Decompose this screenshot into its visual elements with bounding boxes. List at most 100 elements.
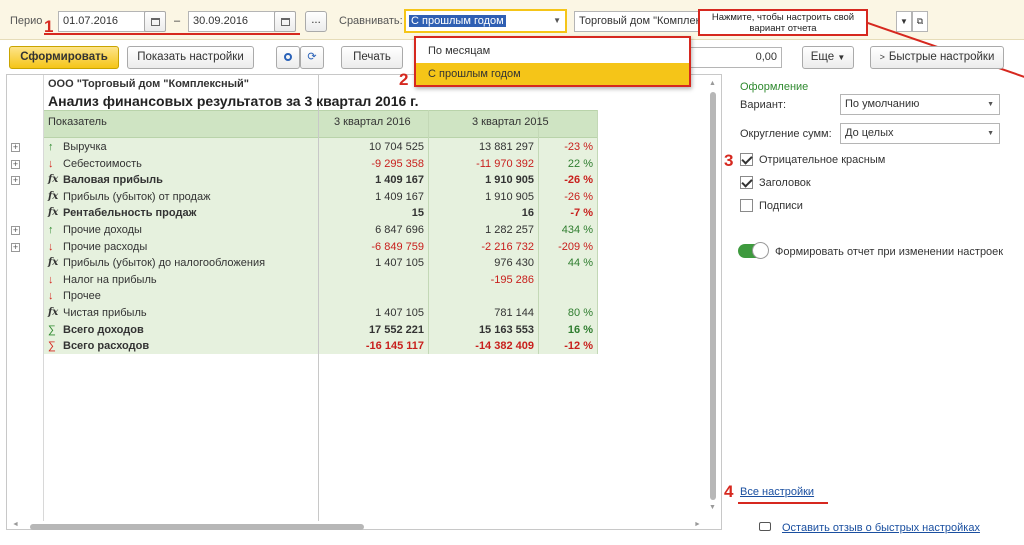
header-checkbox[interactable] bbox=[740, 176, 753, 189]
arrow-down-icon: ↓ bbox=[48, 241, 54, 253]
signatures-checkbox[interactable] bbox=[740, 199, 753, 212]
expand-row-button[interactable]: + bbox=[11, 243, 20, 252]
vertical-scroll-thumb[interactable] bbox=[710, 92, 716, 500]
calendar-icon bbox=[280, 18, 290, 26]
more-label: Еще bbox=[810, 51, 835, 63]
row-label: Прибыль (убыток) до налогообложения bbox=[63, 257, 266, 269]
compare-label: Сравнивать: bbox=[339, 15, 403, 27]
dropdown-option-months[interactable]: По месяцам bbox=[416, 40, 689, 62]
date-to-field[interactable]: 30.09.2016 bbox=[188, 11, 278, 32]
row-label: Себестоимость bbox=[63, 158, 142, 170]
tooltip: Нажмите, чтобы настроить свой вариант от… bbox=[698, 9, 868, 36]
cell-q2015: 976 430 bbox=[494, 257, 534, 269]
calendar-icon bbox=[150, 18, 160, 26]
expand-row-button[interactable]: + bbox=[11, 143, 20, 152]
cell-q2015: 13 881 297 bbox=[478, 141, 534, 153]
arrow-up-icon: ↑ bbox=[48, 224, 54, 236]
section-title: Оформление bbox=[740, 81, 809, 93]
variant-select[interactable]: По умолчанию ▼ bbox=[840, 94, 1000, 115]
cell-q2015: 15 163 553 bbox=[478, 324, 534, 336]
sigma-icon: ∑ bbox=[48, 324, 56, 336]
cell-q2015: 16 bbox=[521, 207, 534, 219]
cell-q2016: 10 704 525 bbox=[368, 141, 424, 153]
formula-icon: fx bbox=[48, 191, 59, 202]
cell-q2016: 15 bbox=[411, 207, 424, 219]
feedback-link[interactable]: Оставить отзыв о быстрых настройках bbox=[782, 522, 980, 534]
arrow-down-icon: ↓ bbox=[48, 158, 54, 170]
more-button[interactable]: Еще ▼ bbox=[802, 46, 854, 69]
header-q2016: 3 квартал 2016 bbox=[334, 116, 411, 128]
date-to-calendar-button[interactable] bbox=[274, 11, 296, 32]
col-sep-4 bbox=[597, 110, 598, 354]
organization-open-button[interactable]: ⧉ bbox=[912, 11, 928, 32]
all-settings-link[interactable]: Все настройки bbox=[740, 486, 814, 498]
sigma-icon: ∑ bbox=[48, 340, 56, 352]
expand-row-button[interactable]: + bbox=[11, 160, 20, 169]
col-sep-3 bbox=[538, 110, 539, 354]
organization-select-button[interactable]: ▼ bbox=[896, 11, 912, 32]
cell-change-pct: -209 % bbox=[558, 241, 593, 253]
rounding-select[interactable]: До целых ▼ bbox=[840, 123, 1000, 144]
row-label: Валовая прибыль bbox=[63, 174, 163, 186]
compare-dropdown: По месяцам С прошлым годом bbox=[414, 36, 691, 87]
cell-change-pct: 22 % bbox=[567, 158, 593, 170]
date-separator: – bbox=[174, 15, 181, 27]
cell-change-pct: -23 % bbox=[564, 141, 593, 153]
compare-select[interactable]: С прошлым годом ▼ bbox=[404, 9, 567, 33]
cell-q2016: 17 552 221 bbox=[368, 324, 424, 336]
chevron-down-icon: ▼ bbox=[987, 101, 994, 108]
cell-q2015: -195 286 bbox=[490, 274, 534, 286]
toggle-knob bbox=[752, 242, 769, 259]
cell-q2016: 1 407 105 bbox=[375, 257, 424, 269]
chevron-down-icon: ▼ bbox=[553, 16, 561, 25]
report-title: Анализ финансовых результатов за 3 кварт… bbox=[48, 93, 419, 109]
col-sep-2 bbox=[428, 110, 429, 354]
scroll-right-arrow[interactable]: ► bbox=[694, 521, 701, 528]
cell-q2015: -11 970 392 bbox=[476, 158, 534, 170]
chevron-down-icon: ▼ bbox=[987, 130, 994, 137]
auto-generate-toggle[interactable] bbox=[738, 242, 769, 259]
variant-label: Вариант: bbox=[740, 99, 787, 111]
search-button[interactable] bbox=[276, 46, 300, 69]
formula-icon: fx bbox=[48, 257, 59, 268]
cell-change-pct: -26 % bbox=[564, 174, 593, 186]
header-q2015: 3 квартал 2015 bbox=[472, 116, 549, 128]
organization-field[interactable]: Торговый дом "Комплексный" bbox=[574, 11, 704, 32]
cell-change-pct: 434 % bbox=[561, 224, 593, 236]
generate-button[interactable]: Сформировать bbox=[9, 46, 119, 69]
scroll-left-arrow[interactable]: ◄ bbox=[12, 521, 19, 528]
cell-q2016: -6 849 759 bbox=[371, 241, 424, 253]
cell-q2015: -14 382 409 bbox=[475, 340, 534, 352]
cell-change-pct: -7 % bbox=[570, 207, 593, 219]
row-label: Чистая прибыль bbox=[63, 307, 147, 319]
cell-q2015: 781 144 bbox=[494, 307, 534, 319]
show-settings-button[interactable]: Показать настройки bbox=[127, 46, 254, 69]
dropdown-option-last-year[interactable]: С прошлым годом bbox=[416, 63, 689, 85]
cell-change-pct: -12 % bbox=[564, 340, 593, 352]
horizontal-scroll-thumb[interactable] bbox=[30, 524, 364, 530]
row-label: Всего расходов bbox=[63, 340, 150, 352]
sum-field: 0,00 bbox=[690, 47, 782, 68]
date-from-field[interactable]: 01.07.2016 bbox=[58, 11, 148, 32]
chevron-down-icon: ▼ bbox=[837, 53, 846, 62]
horizontal-scrollbar[interactable]: ◄ ► bbox=[12, 521, 702, 531]
row-label: Прочие доходы bbox=[63, 224, 142, 236]
expand-row-button[interactable]: + bbox=[11, 226, 20, 235]
formula-icon: fx bbox=[48, 207, 59, 218]
variant-value: По умолчанию bbox=[845, 98, 920, 110]
search-refresh-button[interactable]: ⟳ bbox=[300, 46, 324, 69]
cell-q2016: -9 295 358 bbox=[371, 158, 424, 170]
vertical-scrollbar[interactable]: ▲ ▼ bbox=[708, 80, 718, 516]
period-select-button[interactable]: ... bbox=[305, 11, 327, 32]
negative-red-checkbox[interactable] bbox=[740, 153, 753, 166]
signatures-label: Подписи bbox=[759, 200, 803, 212]
scroll-up-arrow[interactable]: ▲ bbox=[709, 80, 716, 87]
print-button[interactable]: Печать bbox=[341, 46, 403, 69]
expand-row-button[interactable]: + bbox=[11, 176, 20, 185]
scroll-down-arrow[interactable]: ▼ bbox=[709, 504, 716, 511]
quick-settings-button[interactable]: > Быстрые настройки bbox=[870, 46, 1004, 69]
date-from-calendar-button[interactable] bbox=[144, 11, 166, 32]
marker-3: 3 bbox=[724, 151, 734, 170]
arrow-down-icon: ↓ bbox=[48, 290, 54, 302]
formula-icon: fx bbox=[48, 307, 59, 318]
